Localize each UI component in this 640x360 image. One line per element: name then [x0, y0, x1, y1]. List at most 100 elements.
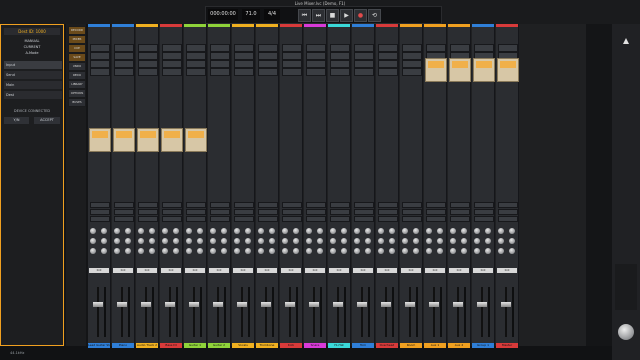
- send-slot[interactable]: [138, 216, 158, 222]
- send-knob[interactable]: [389, 248, 395, 254]
- insert-slot[interactable]: [210, 60, 230, 68]
- send-slot[interactable]: [474, 216, 494, 222]
- channel-name[interactable]: Audio Track 2: [136, 343, 158, 348]
- insert-slot[interactable]: [162, 52, 182, 60]
- plugin-window[interactable]: [113, 128, 135, 152]
- send-slot[interactable]: [210, 209, 230, 215]
- send-knob[interactable]: [450, 238, 456, 244]
- record-button[interactable]: ●: [354, 9, 367, 22]
- send-knob[interactable]: [437, 228, 443, 234]
- send-knob[interactable]: [173, 248, 179, 254]
- send-slot[interactable]: [282, 209, 302, 215]
- send-knob[interactable]: [306, 248, 312, 254]
- send-knob[interactable]: [498, 238, 504, 244]
- send-knob[interactable]: [149, 238, 155, 244]
- insert-slot[interactable]: [114, 60, 134, 68]
- plugin-window[interactable]: [161, 128, 183, 152]
- insert-slot[interactable]: [258, 68, 278, 76]
- send-knob[interactable]: [90, 238, 96, 244]
- tool-button-cue[interactable]: CUE: [68, 44, 86, 53]
- channel-name[interactable]: Vocals: [232, 343, 254, 348]
- send-slot[interactable]: [498, 216, 518, 222]
- insert-slot[interactable]: [306, 52, 326, 60]
- send-slot[interactable]: [474, 209, 494, 215]
- plugin-window[interactable]: [473, 58, 495, 82]
- send-knob[interactable]: [186, 248, 192, 254]
- fader-handle[interactable]: [165, 302, 175, 307]
- tool-button-options[interactable]: OPTIONS: [68, 89, 86, 98]
- send-knob[interactable]: [210, 238, 216, 244]
- send-knob[interactable]: [317, 248, 323, 254]
- fader-handle[interactable]: [189, 302, 199, 307]
- send-slot[interactable]: [426, 209, 446, 215]
- channel-name[interactable]: Aux 2: [448, 343, 470, 348]
- send-knob[interactable]: [426, 238, 432, 244]
- insert-slot[interactable]: [402, 52, 422, 60]
- insert-slot[interactable]: [450, 44, 470, 52]
- send-knob[interactable]: [474, 228, 480, 234]
- send-slot[interactable]: [402, 216, 422, 222]
- send-slot[interactable]: [354, 202, 374, 208]
- insert-slot[interactable]: [378, 68, 398, 76]
- menu-a-mode[interactable]: A-Mode: [4, 50, 60, 56]
- plugin-window[interactable]: [185, 128, 207, 152]
- insert-slot[interactable]: [282, 60, 302, 68]
- send-knob[interactable]: [389, 238, 395, 244]
- send-knob[interactable]: [461, 228, 467, 234]
- insert-slot[interactable]: [138, 44, 158, 52]
- send-knob[interactable]: [234, 228, 240, 234]
- insert-slot[interactable]: [330, 68, 350, 76]
- tool-button-save[interactable]: SAVE: [68, 53, 86, 62]
- tempo-display[interactable]: 71.0: [242, 9, 260, 20]
- insert-slot[interactable]: [162, 68, 182, 76]
- fader-handle[interactable]: [117, 302, 127, 307]
- send-slot[interactable]: [234, 216, 254, 222]
- insert-slot[interactable]: [378, 44, 398, 52]
- send-knob[interactable]: [378, 238, 384, 244]
- send-knob[interactable]: [474, 238, 480, 244]
- send-knob[interactable]: [221, 238, 227, 244]
- insert-slot[interactable]: [234, 68, 254, 76]
- send-knob[interactable]: [258, 238, 264, 244]
- insert-slot[interactable]: [234, 52, 254, 60]
- send-knob[interactable]: [162, 228, 168, 234]
- send-knob[interactable]: [173, 228, 179, 234]
- insert-slot[interactable]: [258, 52, 278, 60]
- send-knob[interactable]: [389, 228, 395, 234]
- send-knob[interactable]: [509, 228, 515, 234]
- send-slot[interactable]: [258, 209, 278, 215]
- send-slot[interactable]: [378, 202, 398, 208]
- fader-handle[interactable]: [93, 302, 103, 307]
- send-slot[interactable]: [162, 216, 182, 222]
- fader-handle[interactable]: [141, 302, 151, 307]
- insert-slot[interactable]: [162, 44, 182, 52]
- insert-slot[interactable]: [282, 68, 302, 76]
- insert-slot[interactable]: [114, 44, 134, 52]
- send-knob[interactable]: [330, 228, 336, 234]
- send-knob[interactable]: [210, 228, 216, 234]
- send-slot[interactable]: [90, 209, 110, 215]
- send-knob[interactable]: [402, 238, 408, 244]
- tool-button-buses[interactable]: BUSES: [68, 98, 86, 107]
- send-slot[interactable]: [186, 202, 206, 208]
- send-slot[interactable]: [426, 202, 446, 208]
- send-knob[interactable]: [197, 248, 203, 254]
- send-slot[interactable]: [354, 209, 374, 215]
- send-knob[interactable]: [234, 248, 240, 254]
- send-knob[interactable]: [437, 248, 443, 254]
- insert-slot[interactable]: [354, 68, 374, 76]
- send-knob[interactable]: [234, 238, 240, 244]
- channel-name[interactable]: Group 1: [472, 343, 494, 348]
- tool-button-mixer[interactable]: MIXER: [68, 35, 86, 44]
- insert-slot[interactable]: [330, 44, 350, 52]
- insert-slot[interactable]: [282, 44, 302, 52]
- send-knob[interactable]: [341, 238, 347, 244]
- send-knob[interactable]: [402, 248, 408, 254]
- send-knob[interactable]: [114, 228, 120, 234]
- insert-slot[interactable]: [210, 44, 230, 52]
- master-volume-knob[interactable]: [618, 324, 634, 340]
- send-knob[interactable]: [293, 228, 299, 234]
- send-slot[interactable]: [330, 202, 350, 208]
- channel-name[interactable]: Lead Guitar Stereo: [88, 343, 110, 348]
- insert-slot[interactable]: [258, 44, 278, 52]
